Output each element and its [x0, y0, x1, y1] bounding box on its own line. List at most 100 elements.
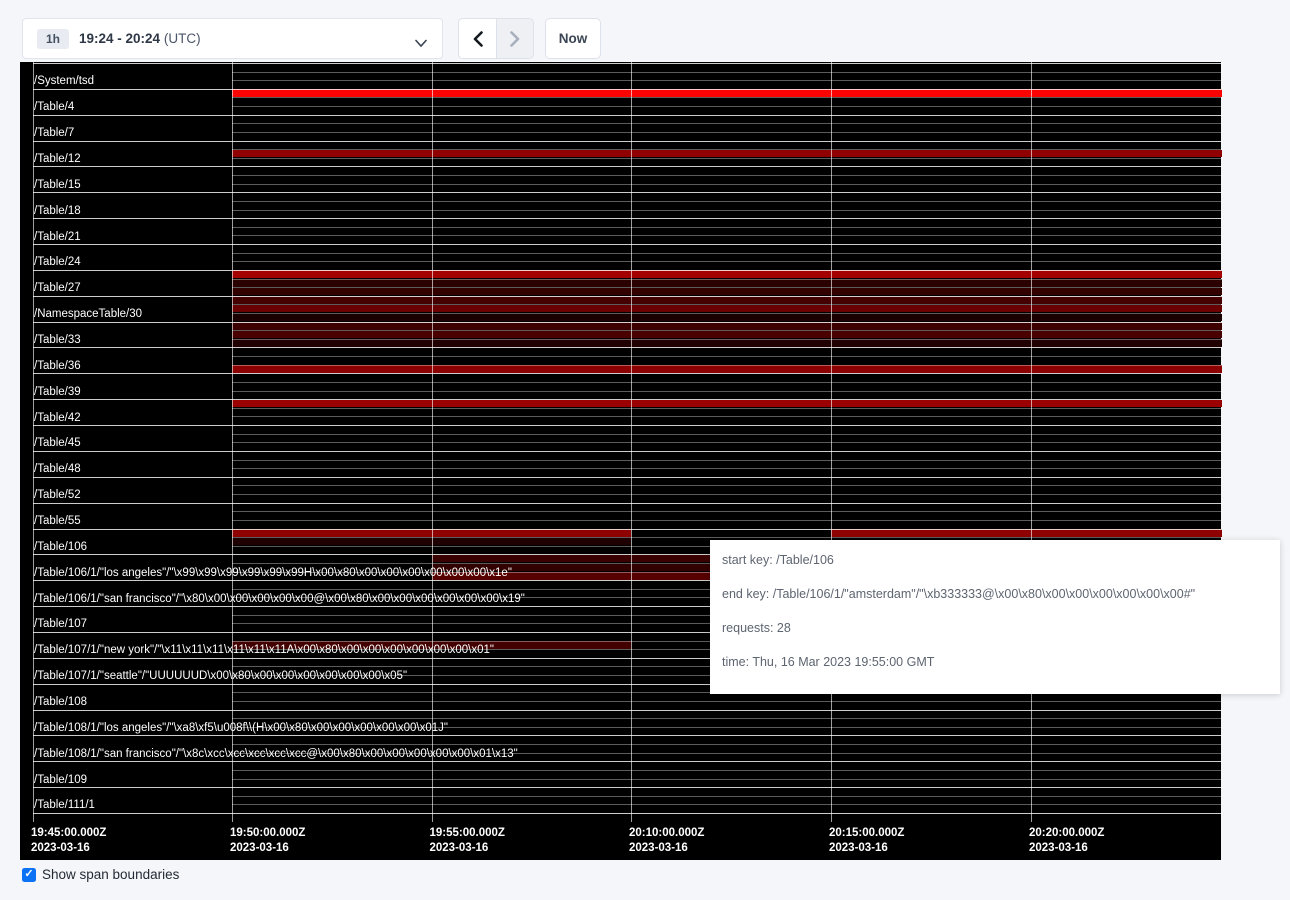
row-label: /Table/39: [34, 386, 81, 399]
axis-tick-time: 19:50:00.000Z: [230, 826, 305, 841]
row-label: /NamespaceTable/30: [34, 308, 142, 321]
grid-hline: [33, 322, 1222, 323]
grid-hline: [232, 434, 1222, 435]
grid-hline: [33, 166, 1222, 167]
time-range-label: 19:24 - 20:24 (UTC): [79, 31, 201, 46]
chevron-down-icon: [415, 35, 427, 53]
heatmap-band[interactable]: [232, 288, 1222, 295]
grid-hline: [33, 244, 1222, 245]
time-range-dropdown[interactable]: 1h 19:24 - 20:24 (UTC): [22, 18, 443, 59]
grid-hline: [33, 218, 1222, 219]
show-span-boundaries-label: Show span boundaries: [42, 867, 179, 882]
grid-hline: [33, 192, 1222, 193]
grid-hline: [232, 123, 1222, 124]
grid-hline: [232, 468, 1222, 469]
heatmap-band[interactable]: [232, 365, 1222, 372]
grid-hline: [232, 416, 1222, 417]
grid-hline: [33, 347, 1222, 348]
grid-hline: [232, 106, 1222, 107]
grid-hline: [232, 520, 1222, 521]
grid-hline: [232, 304, 1222, 305]
row-label: /Table/109: [34, 774, 87, 787]
grid-hline: [33, 529, 1222, 530]
hover-tooltip: start key: /Table/106 end key: /Table/10…: [710, 540, 1280, 694]
grid-hline: [232, 408, 1222, 409]
heatmap-band[interactable]: [831, 529, 1222, 536]
prev-time-button[interactable]: [459, 19, 496, 58]
row-label: /Table/15: [34, 179, 81, 192]
heatmap-band[interactable]: [232, 296, 1222, 303]
key-visualizer-canvas[interactable]: /System/tsd/Table/4/Table/7/Table/12/Tab…: [20, 62, 1221, 860]
chevron-right-icon: [509, 31, 521, 47]
time-nav-group: [458, 18, 534, 59]
row-label: /Table/36: [34, 360, 81, 373]
row-label: /Table/111/1: [34, 799, 95, 812]
grid-hline: [232, 132, 1222, 133]
heatmap-band[interactable]: [232, 150, 1222, 157]
row-label: /Table/107/1/"new york"/"\x11\x11\x11\x1…: [34, 644, 494, 657]
heatmap-band[interactable]: [232, 279, 1222, 286]
grid-hline: [232, 330, 1222, 331]
tooltip-end-key: end key: /Table/106/1/"amsterdam"/"\xb33…: [722, 584, 1268, 604]
grid-hline: [33, 425, 1222, 426]
heatmap-band[interactable]: [232, 331, 1222, 338]
axis-tick-time: 20:15:00.000Z: [829, 826, 904, 841]
row-label: /Table/52: [34, 489, 81, 502]
row-label: /Table/55: [34, 515, 81, 528]
heatmap-band[interactable]: [232, 270, 1222, 277]
heatmap-band[interactable]: [232, 322, 1222, 329]
row-label: /Table/33: [34, 334, 81, 347]
axis-tick: 20:10:00.000Z2023-03-16: [629, 826, 704, 856]
row-label: /Table/48: [34, 463, 81, 476]
grid-hline: [232, 235, 1222, 236]
show-span-boundaries-checkbox[interactable]: ✓: [22, 868, 36, 882]
row-label: /Table/4: [34, 101, 74, 114]
row-label: /Table/42: [34, 412, 81, 425]
grid-hline: [33, 115, 1222, 116]
row-label: /Table/45: [34, 437, 81, 450]
grid-hline: [33, 735, 1222, 736]
grid-hline: [232, 744, 1222, 745]
heatmap-band[interactable]: [232, 314, 1222, 321]
grid-hline: [232, 339, 1222, 340]
row-label: /Table/106: [34, 541, 87, 554]
now-button[interactable]: Now: [545, 18, 601, 59]
axis-tick-time: 19:55:00.000Z: [430, 826, 505, 841]
next-time-button[interactable]: [496, 19, 533, 58]
heatmap-band[interactable]: [232, 339, 1222, 346]
axis-tick-date: 2023-03-16: [230, 841, 305, 856]
axis-tick-time: 20:10:00.000Z: [629, 826, 704, 841]
row-label: /Table/108/1/"los angeles"/"\xa8\xf5\u00…: [34, 722, 448, 735]
grid-hline: [232, 442, 1222, 443]
grid-hline: [232, 701, 1222, 702]
grid-hline: [232, 485, 1222, 486]
grid-hline: [232, 796, 1222, 797]
grid-hline: [232, 382, 1222, 383]
heatmap-band[interactable]: [232, 89, 1222, 96]
grid-hline: [33, 813, 1222, 814]
grid-hline: [232, 511, 1222, 512]
axis-tick-date: 2023-03-16: [430, 841, 505, 856]
row-label: /Table/21: [34, 231, 81, 244]
row-label: /Table/27: [34, 282, 81, 295]
tooltip-requests: requests: 28: [722, 618, 1268, 638]
row-label: /Table/7: [34, 127, 74, 140]
grid-hline: [232, 80, 1222, 81]
heatmap-band[interactable]: [232, 305, 1222, 312]
grid-hline: [232, 460, 1222, 461]
axis-tick-time: 19:45:00.000Z: [31, 826, 106, 841]
row-label: /Table/108/1/"san francisco"/"\x8c\xcc\x…: [34, 748, 518, 761]
row-label: /Table/107: [34, 618, 87, 631]
grid-hline: [232, 494, 1222, 495]
row-label: /Table/12: [34, 153, 81, 166]
grid-hline: [33, 710, 1222, 711]
heatmap-band[interactable]: [232, 400, 1222, 407]
axis-tick-date: 2023-03-16: [1029, 841, 1104, 856]
axis-tick-date: 2023-03-16: [829, 841, 904, 856]
grid-hline: [33, 451, 1222, 452]
grid-hline: [33, 477, 1222, 478]
grid-hline: [232, 287, 1222, 288]
grid-hline: [33, 89, 1222, 90]
grid-hline: [232, 770, 1222, 771]
grid-hline: [33, 373, 1222, 374]
